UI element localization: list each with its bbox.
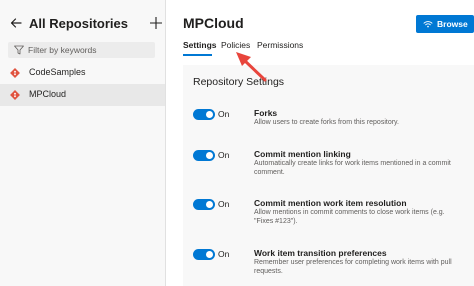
commit-mention-linking-toggle[interactable]: [193, 150, 215, 161]
tab-permissions[interactable]: Permissions: [257, 40, 303, 50]
back-arrow-icon[interactable]: [8, 15, 24, 31]
toggle-knob: [206, 152, 213, 159]
section-title: Repository Settings: [193, 76, 285, 88]
browse-label: Browse: [437, 19, 468, 29]
forks-toggle[interactable]: [193, 109, 215, 120]
toggle-knob: [206, 251, 213, 258]
setting-name: Commit mention linking: [254, 149, 351, 159]
repo-label: MPCloud: [29, 89, 67, 99]
active-tab-indicator: [183, 54, 212, 56]
repo-item-codesamples[interactable]: CodeSamples: [0, 62, 165, 84]
toggle-knob: [206, 201, 213, 208]
setting-description: Remember user preferences for completing…: [254, 259, 452, 275]
work-item-transition-toggle[interactable]: [193, 249, 215, 260]
repo-label: CodeSamples: [29, 67, 86, 77]
wifi-icon: [423, 21, 433, 28]
sidebar-title: All Repositories: [29, 16, 128, 31]
settings-panel: Repository Settings On Forks Allow users…: [183, 65, 474, 286]
setting-name: Forks: [254, 108, 278, 118]
setting-description: Allow mentions in commit comments to clo…: [254, 209, 445, 225]
tab-policies[interactable]: Policies: [221, 40, 250, 50]
filter-box: [8, 42, 155, 58]
setting-name: Commit mention work item resolution: [254, 198, 407, 208]
filter-input[interactable]: [28, 42, 152, 58]
add-icon[interactable]: [148, 15, 164, 31]
toggle-state-label: On: [218, 249, 230, 259]
setting-name: Work item transition preferences: [254, 248, 387, 258]
toggle-state-label: On: [218, 199, 230, 209]
commit-mention-resolution-toggle[interactable]: [193, 199, 215, 210]
repo-icon: [10, 90, 20, 100]
page-title: MPCloud: [183, 15, 244, 31]
sidebar: All Repositories CodeSamples MPCloud: [0, 0, 166, 286]
filter-icon: [14, 45, 24, 55]
setting-description: Automatically create links for work item…: [254, 160, 451, 176]
toggle-knob: [206, 111, 213, 118]
sidebar-header: All Repositories: [0, 12, 166, 36]
browse-button[interactable]: Browse: [416, 15, 474, 33]
setting-description: Allow users to create forks from this re…: [254, 119, 399, 126]
toggle-state-label: On: [218, 150, 230, 160]
toggle-state-label: On: [218, 109, 230, 119]
repo-item-mpcloud[interactable]: MPCloud: [0, 84, 165, 106]
tab-settings[interactable]: Settings: [183, 40, 217, 50]
repo-icon: [10, 68, 20, 78]
main-panel: MPCloud Browse Settings Policies Permiss…: [167, 0, 474, 286]
